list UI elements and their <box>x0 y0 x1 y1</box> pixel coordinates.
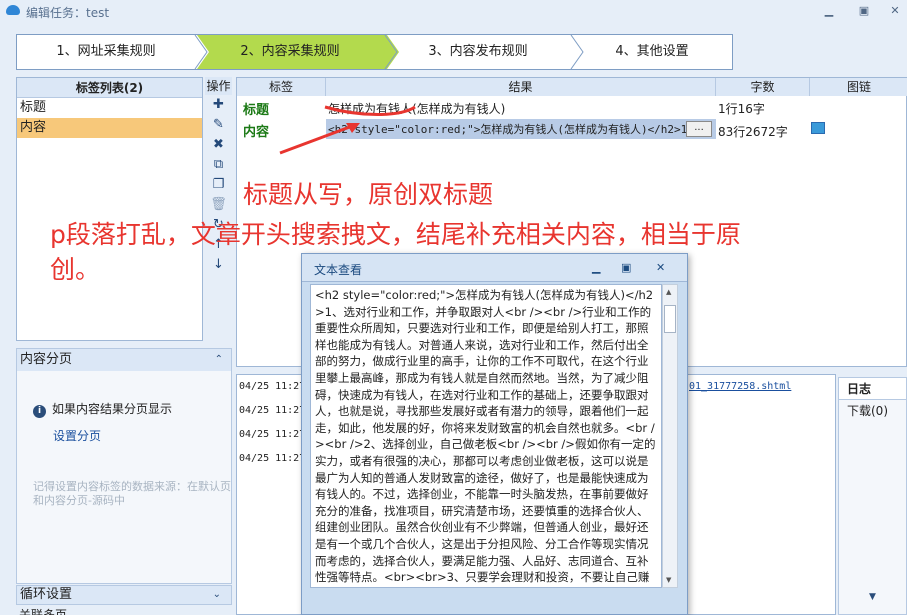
dialog-titlebar: 文本查看 ▁ ▣ ✕ <box>302 254 687 282</box>
app-logo-icon <box>6 5 20 15</box>
step-divider-1 <box>187 35 209 69</box>
maximize-icon[interactable]: ▣ <box>857 4 871 18</box>
dialog-close-icon[interactable]: ✕ <box>656 261 665 274</box>
dialog-scrollbar[interactable]: ▲ ▼ <box>662 284 678 588</box>
text-viewer-dialog: 文本查看 ▁ ▣ ✕ <h2 style="color:red;">怎样成为有钱… <box>301 253 688 615</box>
scroll-down-icon[interactable]: ▼ <box>869 592 876 602</box>
paging-info: i 如果内容结果分页显示 <box>33 400 172 418</box>
step-content-rules[interactable]: 2、内容采集规则 <box>195 35 385 69</box>
related-pages-header[interactable]: 关联多页 <box>16 606 232 615</box>
step-other-settings[interactable]: 4、其他设置 <box>571 35 733 69</box>
log-url-link[interactable]: 01_31777258.shtml <box>689 381 791 392</box>
row-title-count: 1行16字 <box>718 102 765 116</box>
step-divider-3 <box>570 35 584 69</box>
annotation-line-1: 标题从写，原创双标题 <box>243 180 494 209</box>
col-header-count: 字数 <box>716 78 810 96</box>
log-line: 04/25 11:27 <box>239 429 306 440</box>
tag-list-panel: 标签列表(2) 标题 内容 <box>16 77 203 341</box>
set-paging-link[interactable]: 设置分页 <box>53 427 101 444</box>
step-wizard: 1、网址采集规则 2、内容采集规则 3、内容发布规则 4、其他设置 <box>16 34 733 70</box>
content-paging-header[interactable]: 内容分页 ⌃ <box>17 349 231 371</box>
step-divider-2 <box>377 35 399 69</box>
copy-icon[interactable]: ⧉ <box>205 155 232 175</box>
row-content-label[interactable]: 内容 <box>243 121 269 140</box>
tab-log[interactable]: 日志 <box>839 378 906 400</box>
scrollbar-thumb[interactable] <box>664 305 676 333</box>
view-more-button[interactable]: ... <box>686 121 712 137</box>
info-icon: i <box>33 405 46 418</box>
minimize-icon[interactable]: ▁ <box>822 4 836 18</box>
log-line: 04/25 11:27 <box>239 381 306 392</box>
window-title: 编辑任务：test <box>26 6 110 20</box>
annotation-line-3: 创。 <box>50 255 101 284</box>
loop-settings-title: 循环设置 <box>20 587 73 602</box>
collapse-icon[interactable]: ⌃ <box>215 349 223 371</box>
col-header-result: 结果 <box>326 78 716 96</box>
tag-item-content[interactable]: 内容 <box>17 118 202 138</box>
step-url-rules[interactable]: 1、网址采集规则 <box>17 35 195 69</box>
dialog-title: 文本查看 <box>314 263 363 277</box>
col-header-imglink: 图链 <box>810 78 907 96</box>
tab-download[interactable]: 下载(0) <box>839 400 906 422</box>
ops-header: 操作 <box>205 77 232 95</box>
add-icon[interactable]: ✚ <box>205 95 232 115</box>
tag-list-header: 标签列表(2) <box>17 78 202 98</box>
paste-icon[interactable]: ❐ <box>205 175 232 195</box>
trash-icon[interactable]: 🗑 <box>205 195 232 215</box>
annotation-arrows <box>279 105 416 155</box>
image-link-icon[interactable] <box>811 122 825 134</box>
content-paging-title: 内容分页 <box>20 352 73 367</box>
log-tabs-panel: 日志 下载(0) ▼ <box>838 377 907 615</box>
scroll-down-arrow-icon[interactable]: ▼ <box>666 576 671 584</box>
delete-icon[interactable]: ✖ <box>205 135 232 155</box>
row-title-label[interactable]: 标题 <box>243 99 269 118</box>
scroll-up-icon[interactable]: ▲ <box>666 288 671 296</box>
content-paging-panel: 内容分页 ⌃ i 如果内容结果分页显示 设置分页 记得设置内容标签的数据来源：在默认… <box>16 348 232 584</box>
move-down-icon[interactable]: ↓ <box>205 255 232 275</box>
dialog-text-content[interactable]: <h2 style="color:red;">怎样成为有钱人(怎样成为有钱人)<… <box>310 284 662 588</box>
log-line: 04/25 11:27 <box>239 453 306 464</box>
loop-settings-header[interactable]: 循环设置 ⌄ <box>16 585 232 605</box>
step-publish-rules[interactable]: 3、内容发布规则 <box>385 35 571 69</box>
paging-note: 记得设置内容标签的数据来源：在默认页和内容分页-源码中 <box>33 480 231 507</box>
expand-icon[interactable]: ⌄ <box>213 586 221 604</box>
dialog-minimize-icon[interactable]: ▁ <box>592 261 600 274</box>
title-bar: 编辑任务：test ▁ ▣ ✕ <box>0 0 907 24</box>
annotation-line-2: p段落打乱，文章开头搜索拽文，结尾补充相关内容，相当于原 <box>50 220 741 249</box>
ops-toolbar: 操作 ✚ ✎ ✖ ⧉ ❐ 🗑 ↻ ↑ ↓ <box>205 77 232 341</box>
col-header-tag: 标签 <box>237 78 326 96</box>
tag-item-title[interactable]: 标题 <box>17 98 202 118</box>
log-line: 04/25 11:27 <box>239 405 306 416</box>
close-icon[interactable]: ✕ <box>888 4 902 18</box>
row-content-count: 83行2672字 <box>718 125 788 139</box>
paging-info-text: 如果内容结果分页显示 <box>52 402 173 416</box>
dialog-maximize-icon[interactable]: ▣ <box>621 261 631 274</box>
edit-icon[interactable]: ✎ <box>205 115 232 135</box>
